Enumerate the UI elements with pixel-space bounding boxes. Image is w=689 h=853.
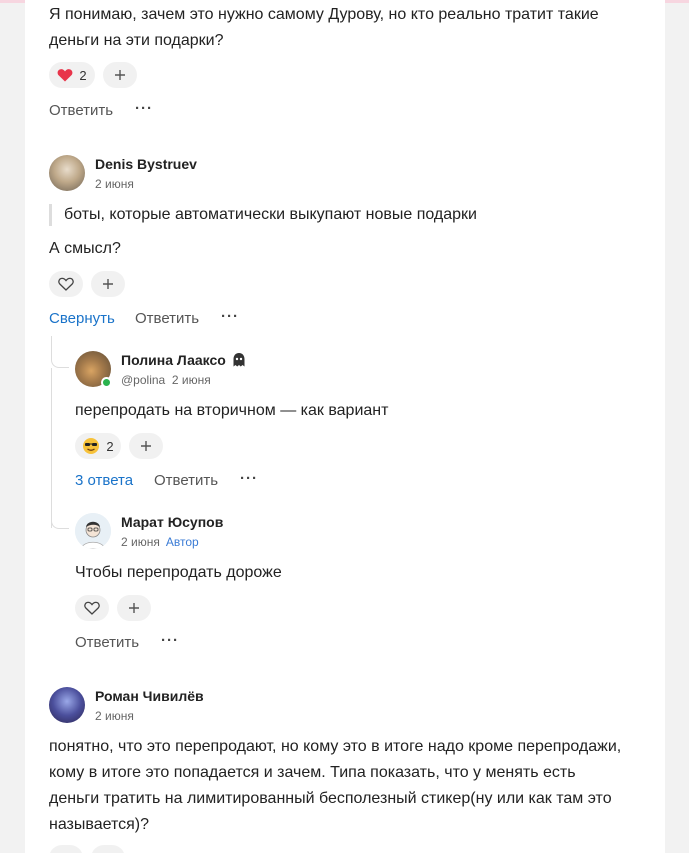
comment-text: Чтобы перепродать дороже: [75, 564, 282, 581]
more-dots-icon[interactable]: ···: [135, 100, 153, 117]
like-button[interactable]: [49, 271, 83, 297]
comment-date: 2 июня: [95, 709, 134, 723]
heart-outline-icon: [84, 601, 100, 615]
quoted-text: боты, которые автоматически выкупают нов…: [49, 204, 477, 226]
avatar[interactable]: [75, 513, 111, 549]
author-name[interactable]: Марат Юсупов: [121, 514, 223, 530]
reply-button[interactable]: Ответить: [75, 634, 139, 651]
author-name-row[interactable]: Полина Лааксо: [121, 352, 246, 368]
avatar[interactable]: [49, 155, 85, 191]
comment-text: А смысл?: [49, 240, 121, 257]
thread-line: [51, 336, 69, 368]
reaction-heart-button[interactable]: 2: [49, 62, 95, 88]
like-button[interactable]: [49, 845, 83, 853]
comment-date: 2 июня: [121, 535, 160, 549]
reaction-count: 2: [79, 67, 87, 83]
like-button[interactable]: [75, 595, 109, 621]
comment-meta: @polina 2 июня: [121, 373, 211, 387]
heart-icon: [57, 69, 73, 82]
reply-button[interactable]: Ответить: [135, 310, 199, 327]
plus-icon: [103, 279, 113, 289]
reaction-emoji-button[interactable]: 2: [75, 433, 121, 459]
author-handle: @polina: [121, 373, 166, 387]
author-badge: Автор: [165, 535, 199, 549]
avatar-illustration: [75, 513, 111, 549]
plus-icon: [115, 70, 125, 80]
comment-meta: 2 июня Автор: [121, 535, 199, 549]
add-reaction-button[interactable]: [103, 62, 137, 88]
comment-date: 2 июня: [95, 177, 134, 191]
comment-text: понятно, что это перепродают, но кому эт…: [49, 738, 622, 833]
ghost-icon: [233, 353, 245, 367]
comment-text: Я понимаю, зачем это нужно самому Дурову…: [49, 6, 599, 49]
reaction-count: 2: [106, 438, 114, 454]
plus-icon: [129, 603, 139, 613]
author-name[interactable]: Роман Чивилёв: [95, 688, 204, 704]
plus-icon: [141, 441, 151, 451]
online-status-indicator: [101, 377, 112, 388]
add-reaction-button[interactable]: [91, 845, 125, 853]
more-dots-icon[interactable]: ···: [221, 308, 239, 325]
thread-line: [51, 500, 69, 529]
comment-text: перепродать на вторичном — как вариант: [75, 402, 389, 419]
add-reaction-button[interactable]: [129, 433, 163, 459]
heart-outline-icon: [58, 277, 74, 291]
author-name: Полина Лааксо: [121, 352, 226, 368]
comments-panel: Я понимаю, зачем это нужно самому Дурову…: [25, 0, 665, 853]
more-dots-icon[interactable]: ···: [161, 632, 179, 649]
add-reaction-button[interactable]: [117, 595, 151, 621]
add-reaction-button[interactable]: [91, 271, 125, 297]
reply-button[interactable]: Ответить: [49, 102, 113, 119]
more-dots-icon[interactable]: ···: [240, 470, 258, 487]
author-name[interactable]: Denis Bystruev: [95, 156, 197, 172]
avatar[interactable]: [49, 687, 85, 723]
comment-date: 2 июня: [171, 373, 211, 387]
reply-button[interactable]: Ответить: [154, 472, 218, 489]
sunglasses-emoji-icon: [83, 438, 100, 454]
collapse-button[interactable]: Свернуть: [49, 310, 115, 327]
show-replies-button[interactable]: 3 ответа: [75, 472, 133, 489]
